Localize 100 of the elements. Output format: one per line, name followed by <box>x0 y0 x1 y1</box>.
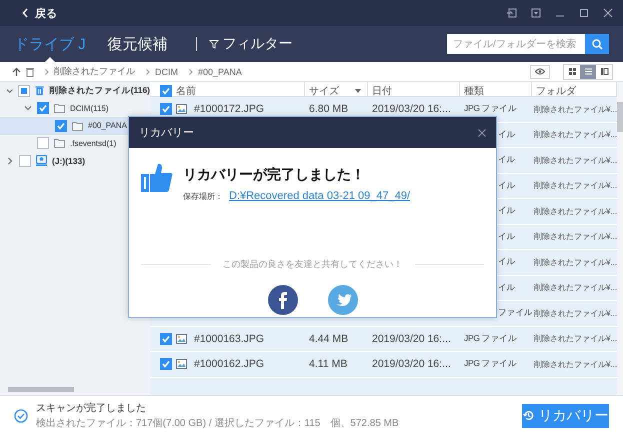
tree-item-label[interactable]: 削除されたファイル(116) <box>50 84 150 97</box>
checkbox[interactable] <box>160 84 172 96</box>
image-file-icon <box>176 359 187 370</box>
view-switcher[interactable] <box>563 64 613 80</box>
file-type: イル <box>498 230 516 243</box>
view-button[interactable] <box>580 64 596 78</box>
trash-icon <box>35 85 45 96</box>
file-type: イル <box>498 154 516 166</box>
preview-button[interactable] <box>530 64 550 78</box>
folder-path: 削除されたファイル¥... <box>533 104 617 115</box>
filter-icon <box>208 39 219 49</box>
dialog-heading: リカバリーが完了しました！ <box>183 166 366 184</box>
file-type: JPG ファイル <box>463 103 518 116</box>
image-file-icon <box>176 334 187 344</box>
file-size: 4.44 MB <box>308 332 350 345</box>
search-button[interactable] <box>585 34 609 54</box>
twitter-icon[interactable] <box>328 285 358 315</box>
folder-path: 削除されたファイル¥... <box>533 206 617 217</box>
facebook-icon[interactable] <box>268 285 298 315</box>
file-name: #1000172.JPG <box>194 103 264 116</box>
breadcrumb-item[interactable]: 削除されたファイル <box>54 65 135 78</box>
checkbox[interactable] <box>37 102 49 114</box>
folder-icon <box>54 103 65 114</box>
caret-right-icon[interactable] <box>6 156 14 165</box>
file-date: 2019/03/20 16:... <box>371 332 452 345</box>
tree-item-label[interactable]: #00_PANA <box>88 121 127 130</box>
folder-path: 削除されたファイル¥... <box>533 180 617 192</box>
checkbox[interactable] <box>19 154 31 167</box>
checkbox[interactable] <box>160 358 172 370</box>
column-header[interactable]: フォルダ <box>536 84 576 98</box>
column-header[interactable]: 日付 <box>372 84 392 98</box>
folder-path: 削除されたファイル¥... <box>533 308 617 319</box>
folder-path: 削除されたファイル¥... <box>533 256 617 268</box>
folder-icon <box>54 138 65 148</box>
back-link[interactable]: 戻る <box>35 6 57 20</box>
folder-path: 削除されたファイル¥... <box>533 129 617 140</box>
folder-path: 削除されたファイル¥... <box>533 231 617 242</box>
maximize-icon[interactable] <box>579 8 589 18</box>
up-arrow-icon[interactable] <box>12 66 21 76</box>
filter-label[interactable]: フィルター <box>222 35 293 53</box>
file-date: 2019/03/20 16:... <box>371 358 452 370</box>
sort-caret-icon <box>355 88 361 92</box>
column-header[interactable]: 種類 <box>464 84 484 98</box>
dropdown-icon[interactable] <box>531 8 541 18</box>
nav-tab[interactable]: 復元候補 <box>108 26 168 62</box>
close-button[interactable] <box>478 128 486 136</box>
folder-path: 削除されたファイル¥... <box>533 282 617 294</box>
breadcrumb-item[interactable]: DCIM <box>155 66 178 76</box>
folder-path: 削除されたファイル¥... <box>533 333 617 344</box>
scan-summary: 検出されたファイル：717個(7.00 GB) / 選択したファイル：115 個、572.85 MB <box>36 416 399 430</box>
tree-item-label[interactable]: DCIM(115) <box>70 104 109 113</box>
trash-icon[interactable] <box>26 66 34 76</box>
file-date: 2019/03/20 16:... <box>371 103 452 116</box>
file-type: イル <box>498 180 516 192</box>
panel-icon <box>600 67 608 76</box>
checkbox[interactable] <box>18 84 30 97</box>
checkbox[interactable] <box>160 103 172 116</box>
folder-path: 削除されたファイル¥... <box>533 154 617 166</box>
file-name: #1000163.JPG <box>194 332 264 345</box>
file-type: イル <box>498 128 516 141</box>
file-name: #1000162.JPG <box>194 358 264 370</box>
file-type: イル <box>498 282 516 294</box>
column-header[interactable]: 名前 <box>176 84 196 98</box>
location-label: 保存場所： <box>183 190 223 202</box>
share-prompt: この製品の良さを友達と共有してください！ <box>222 258 402 271</box>
thumbs-up-icon <box>141 162 173 192</box>
nav-tab[interactable]: ドライブ J <box>14 26 86 62</box>
drive-icon <box>36 155 47 166</box>
close-icon[interactable] <box>603 8 613 18</box>
folder-icon <box>72 120 83 131</box>
caret-down-icon[interactable] <box>6 86 14 95</box>
tree-item-label[interactable]: (J:)(133) <box>52 156 86 166</box>
back-icon <box>22 8 29 18</box>
caret-down-icon[interactable] <box>24 104 32 112</box>
search-field[interactable]: ファイル/フォルダーを検索 <box>447 34 585 54</box>
checkbox[interactable] <box>55 120 67 132</box>
check-circle-icon <box>14 408 28 422</box>
chevron-icon <box>45 68 49 74</box>
scan-status: スキャンが完了しました <box>36 402 147 415</box>
chevron-icon <box>146 68 150 74</box>
folder-path: 削除されたファイル¥... <box>533 358 617 370</box>
tree-item-label[interactable]: .fseventsd(1) <box>70 138 116 148</box>
breadcrumb-item[interactable]: #00_PANA <box>198 66 242 76</box>
file-size: 4.11 MB <box>308 358 348 370</box>
close-icon <box>478 128 486 136</box>
file-type: JPG ファイル <box>463 358 518 370</box>
column-header[interactable]: サイズ <box>309 84 339 98</box>
dialog-title: リカバリー <box>139 126 194 140</box>
list-icon <box>584 67 592 76</box>
file-type: イル <box>498 205 516 218</box>
checkbox[interactable] <box>160 332 172 345</box>
image-file-icon <box>176 104 187 114</box>
history-icon <box>522 410 534 421</box>
checkbox[interactable] <box>37 137 49 150</box>
chevron-icon <box>189 68 193 74</box>
file-type: JPG ファイル <box>463 332 518 345</box>
file-type: イル <box>498 256 516 268</box>
eye-icon <box>535 68 545 75</box>
search-icon <box>592 38 602 50</box>
location-link[interactable]: D:¥Recovered data 03-21 09_47_49/ <box>229 190 410 202</box>
